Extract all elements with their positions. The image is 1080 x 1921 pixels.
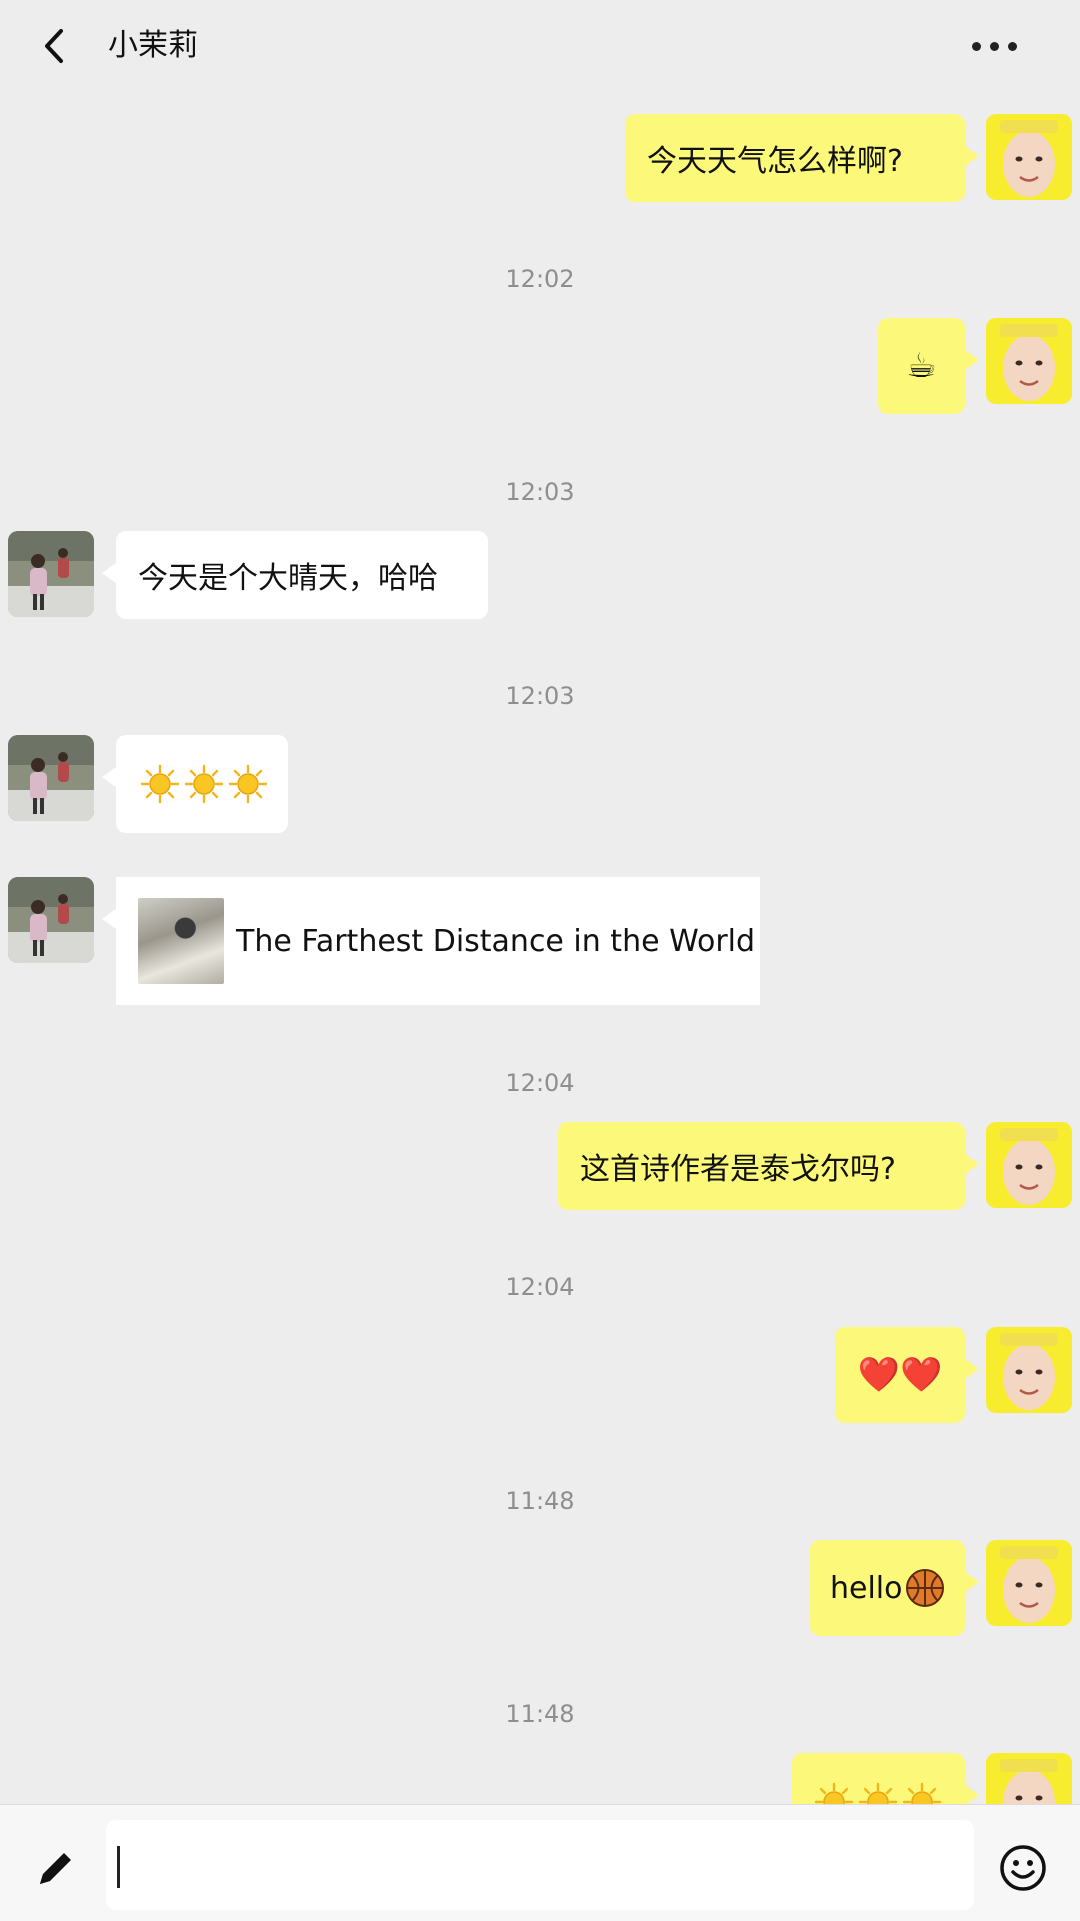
- pencil-icon: [40, 1853, 71, 1884]
- my-avatar[interactable]: [986, 1122, 1072, 1208]
- contact-avatar[interactable]: [8, 735, 94, 821]
- link-card[interactable]: The Farthest Distance in the World: [102, 877, 760, 1005]
- contact-emoji-bubble[interactable]: [102, 735, 288, 833]
- my-avatar[interactable]: [986, 114, 1072, 200]
- message-text: 今天天气怎么样啊?: [647, 144, 903, 179]
- back-button[interactable]: [34, 22, 74, 70]
- sun-icon: [814, 1782, 854, 1804]
- pencil-button[interactable]: [30, 1842, 82, 1894]
- text-caret: [117, 1846, 120, 1888]
- my-emoji-bubble[interactable]: [792, 1753, 979, 1804]
- message-text: 今天是个大晴天，哈哈: [138, 561, 438, 596]
- sun-icon: [140, 764, 180, 804]
- timestamp: 11:48: [505, 1700, 575, 1728]
- sun-icon: [228, 764, 268, 804]
- contact-avatar[interactable]: [8, 877, 94, 963]
- timestamp: 12:04: [505, 1069, 575, 1097]
- message-input[interactable]: [106, 1820, 974, 1910]
- message-text: hello: [830, 1570, 903, 1606]
- coffee-icon: ☕: [906, 346, 937, 386]
- emoji-smile-icon[interactable]: [998, 1843, 1048, 1893]
- my-emoji-bubble[interactable]: ❤️❤️: [835, 1327, 979, 1423]
- my-avatar[interactable]: [986, 1753, 1072, 1804]
- link-title: The Farthest Distance in the World: [236, 923, 756, 959]
- more-dot: [989, 41, 999, 51]
- sun-icon: [184, 764, 224, 804]
- timestamp: 12:02: [505, 265, 575, 293]
- more-button[interactable]: [962, 26, 1026, 66]
- message-text: 这首诗作者是泰戈尔吗?: [580, 1152, 896, 1187]
- my-avatar[interactable]: [986, 318, 1072, 404]
- chat-title: 小茉莉: [108, 28, 198, 63]
- more-dots-icon: [971, 41, 981, 51]
- more-dot: [1007, 41, 1017, 51]
- sun-icon: [858, 1782, 898, 1804]
- my-avatar[interactable]: [986, 1540, 1072, 1626]
- timestamp: 12:03: [505, 682, 575, 710]
- message-list[interactable]: 今天天气怎么样啊? 12:02 ☕ 12:03 今天是个大晴天，哈哈 12:03…: [0, 92, 1080, 1804]
- chevron-left-icon: [45, 29, 63, 63]
- timestamp: 12:03: [505, 478, 575, 506]
- heart-icon: ❤️❤️: [857, 1355, 943, 1395]
- timestamp: 12:04: [505, 1273, 575, 1301]
- my-avatar[interactable]: [986, 1327, 1072, 1413]
- my-emoji-bubble[interactable]: ☕: [878, 318, 979, 414]
- link-thumbnail: [138, 898, 224, 984]
- timestamp: 11:48: [505, 1487, 575, 1515]
- contact-message-bubble[interactable]: 今天是个大晴天，哈哈: [102, 531, 488, 619]
- basketball-icon: [905, 1569, 944, 1607]
- my-message-bubble[interactable]: 今天天气怎么样啊?: [625, 114, 979, 202]
- sun-icon: [902, 1782, 942, 1804]
- my-message-bubble[interactable]: 这首诗作者是泰戈尔吗?: [558, 1122, 979, 1210]
- my-message-bubble[interactable]: hello: [810, 1540, 979, 1636]
- contact-avatar[interactable]: [8, 531, 94, 617]
